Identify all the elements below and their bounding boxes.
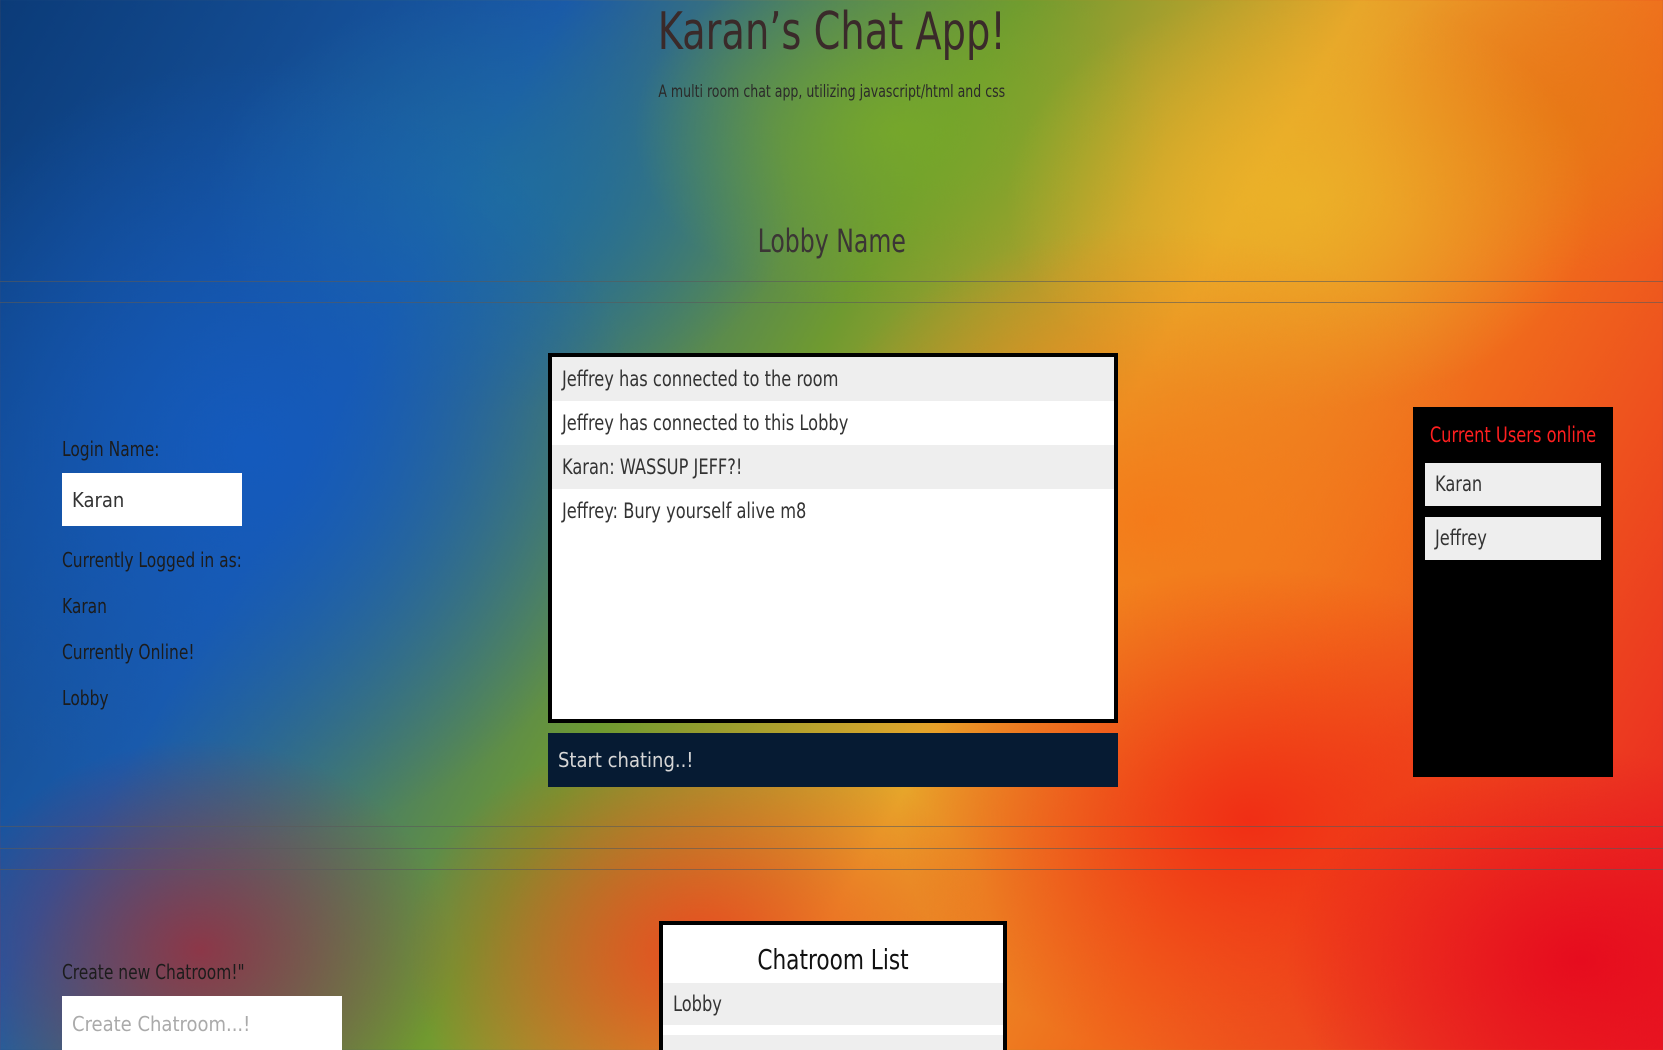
divider bbox=[0, 848, 1663, 849]
chat-message: Jeffrey: Bury yourself alive m8 bbox=[562, 499, 807, 523]
logged-in-user: Karan bbox=[62, 594, 107, 618]
create-chatroom-label: Create new Chatroom!" bbox=[62, 960, 245, 984]
divider bbox=[0, 281, 1663, 282]
chat-message-input[interactable] bbox=[548, 733, 1118, 787]
lobby-name-heading: Lobby Name bbox=[757, 222, 906, 260]
chat-messages-box[interactable]: Jeffrey has connected to the room Jeffre… bbox=[548, 353, 1118, 723]
user-list-item[interactable]: Karan bbox=[1425, 463, 1601, 506]
online-room: Lobby bbox=[62, 686, 109, 710]
chatroom-list-title: Chatroom List bbox=[757, 943, 909, 976]
login-name-input[interactable] bbox=[62, 473, 242, 526]
chatroom-list-panel: Chatroom List Lobby bbox=[659, 921, 1007, 1050]
divider bbox=[0, 302, 1663, 303]
user-list-item[interactable]: Jeffrey bbox=[1425, 517, 1601, 560]
app-title: Karan’s Chat App! bbox=[657, 2, 1006, 62]
chatroom-list-item[interactable]: Lobby bbox=[663, 983, 1003, 1025]
current-users-title: Current Users online bbox=[1429, 423, 1597, 447]
app-subtitle: A multi room chat app, utilizing javascr… bbox=[658, 82, 1006, 102]
create-chatroom-input[interactable] bbox=[62, 996, 342, 1050]
divider bbox=[0, 826, 1663, 827]
chat-message: Jeffrey has connected to the room bbox=[552, 357, 1114, 401]
chat-message: Karan: WASSUP JEFF?! bbox=[552, 445, 1114, 489]
current-users-panel: Current Users online Karan Jeffrey bbox=[1413, 407, 1613, 777]
chatroom-list-item[interactable] bbox=[663, 1035, 1003, 1050]
divider bbox=[0, 869, 1663, 870]
chat-message: Jeffrey has connected to this Lobby bbox=[562, 411, 849, 435]
login-name-label: Login Name: bbox=[62, 437, 160, 461]
logged-in-label: Currently Logged in as: bbox=[62, 548, 242, 572]
online-label: Currently Online! bbox=[62, 640, 195, 664]
